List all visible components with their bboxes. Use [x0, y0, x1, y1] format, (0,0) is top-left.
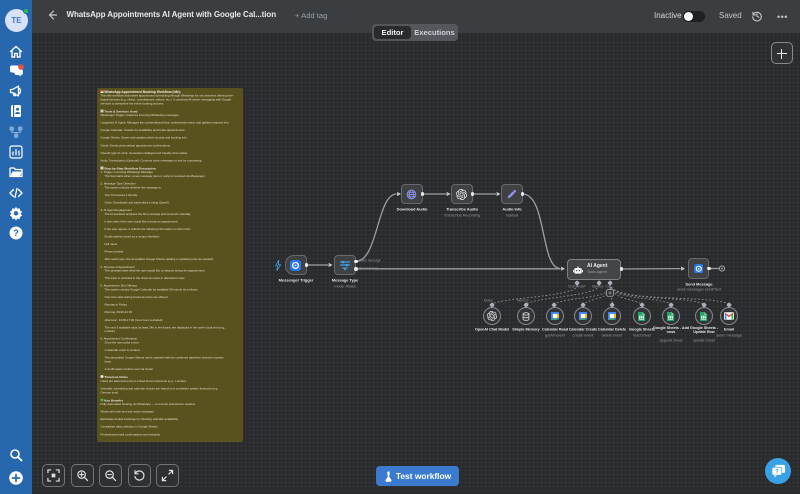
svg-text:?: ? [13, 228, 19, 238]
svg-text:?: ? [774, 469, 778, 475]
